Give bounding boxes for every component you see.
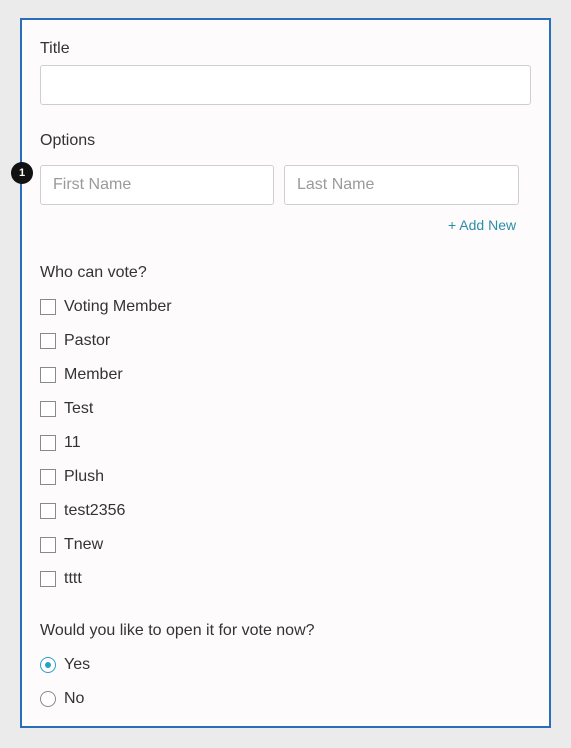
checkbox-label: Plush [64, 468, 105, 485]
voter-option-11[interactable]: 11 [40, 434, 81, 452]
add-new-option-link[interactable]: + Add New [448, 217, 516, 233]
voter-option-test2356[interactable]: test2356 [40, 502, 125, 520]
voter-option-tttt[interactable]: tttt [40, 570, 82, 588]
voter-option-plush[interactable]: Plush [40, 468, 104, 486]
checkbox[interactable] [40, 367, 56, 383]
checkbox-label: Pastor [64, 332, 111, 349]
checkbox[interactable] [40, 299, 56, 315]
open-vote-question: Would you like to open it for vote now? [40, 622, 315, 639]
checkbox-label: Voting Member [64, 298, 172, 315]
option-number-badge: 1 [11, 162, 33, 184]
voter-option-voting-member[interactable]: Voting Member [40, 298, 172, 316]
options-label: Options [40, 132, 96, 149]
voter-option-tnew[interactable]: Tnew [40, 536, 103, 554]
last-name-input[interactable] [284, 165, 519, 205]
voter-option-test[interactable]: Test [40, 400, 93, 418]
first-name-input[interactable] [40, 165, 274, 205]
title-input[interactable] [40, 65, 531, 105]
checkbox[interactable] [40, 537, 56, 553]
radio-label: Yes [64, 656, 91, 673]
voter-option-pastor[interactable]: Pastor [40, 332, 110, 350]
checkbox[interactable] [40, 571, 56, 587]
checkbox[interactable] [40, 401, 56, 417]
checkbox-label: tttt [64, 570, 82, 587]
title-label: Title [40, 40, 70, 57]
open-vote-yes[interactable]: Yes [40, 656, 90, 674]
open-vote-no[interactable]: No [40, 690, 84, 708]
checkbox[interactable] [40, 469, 56, 485]
checkbox-label: test2356 [64, 502, 126, 519]
radio-button[interactable] [40, 691, 56, 707]
checkbox-label: Tnew [64, 536, 104, 553]
checkbox[interactable] [40, 333, 56, 349]
checkbox-label: Member [64, 366, 123, 383]
checkbox-label: 11 [64, 434, 81, 451]
voter-option-member[interactable]: Member [40, 366, 123, 384]
checkbox[interactable] [40, 503, 56, 519]
radio-label: No [64, 690, 85, 707]
radio-button[interactable] [40, 657, 56, 673]
poll-form-panel: Title Options 1 + Add New Who can vote? … [11, 18, 551, 728]
checkbox[interactable] [40, 435, 56, 451]
checkbox-label: Test [64, 400, 94, 417]
who-can-vote-label: Who can vote? [40, 264, 147, 281]
